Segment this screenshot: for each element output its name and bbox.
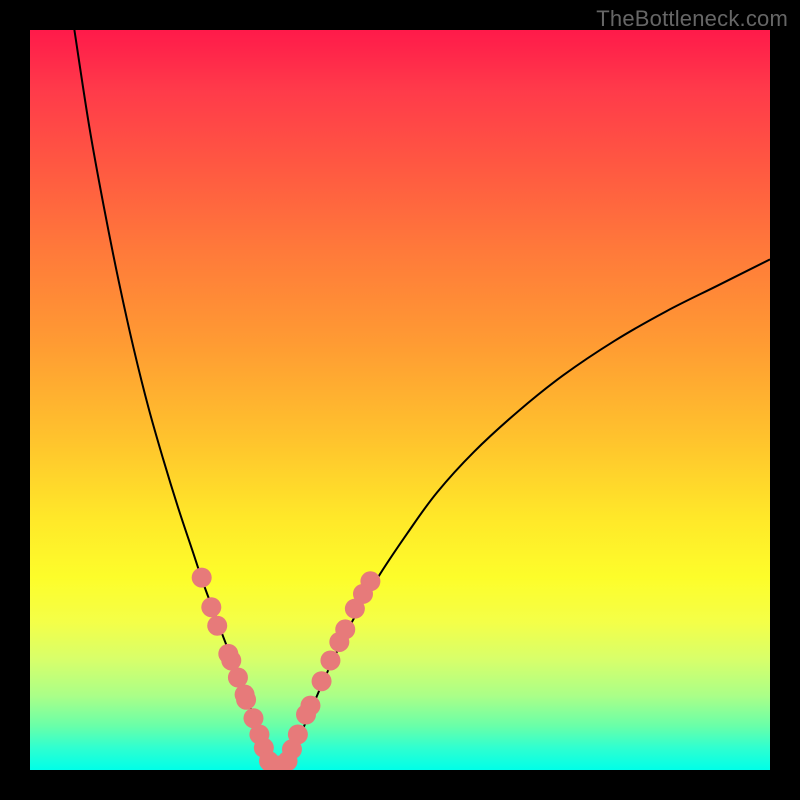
curve-lines bbox=[74, 30, 770, 761]
chart-plot-area bbox=[30, 30, 770, 770]
data-point bbox=[312, 671, 332, 691]
data-point bbox=[360, 571, 380, 591]
data-point bbox=[288, 724, 308, 744]
data-point bbox=[320, 650, 340, 670]
data-point bbox=[192, 568, 212, 588]
chart-svg bbox=[30, 30, 770, 770]
curve-path bbox=[74, 30, 267, 761]
data-point bbox=[207, 616, 227, 636]
data-point bbox=[300, 696, 320, 716]
data-point bbox=[201, 597, 221, 617]
data-point bbox=[228, 668, 248, 688]
data-point bbox=[236, 690, 256, 710]
data-point bbox=[221, 650, 241, 670]
watermark-text: TheBottleneck.com bbox=[596, 6, 788, 32]
data-point bbox=[335, 619, 355, 639]
curve-path bbox=[289, 259, 770, 761]
scatter-dots bbox=[192, 568, 381, 770]
